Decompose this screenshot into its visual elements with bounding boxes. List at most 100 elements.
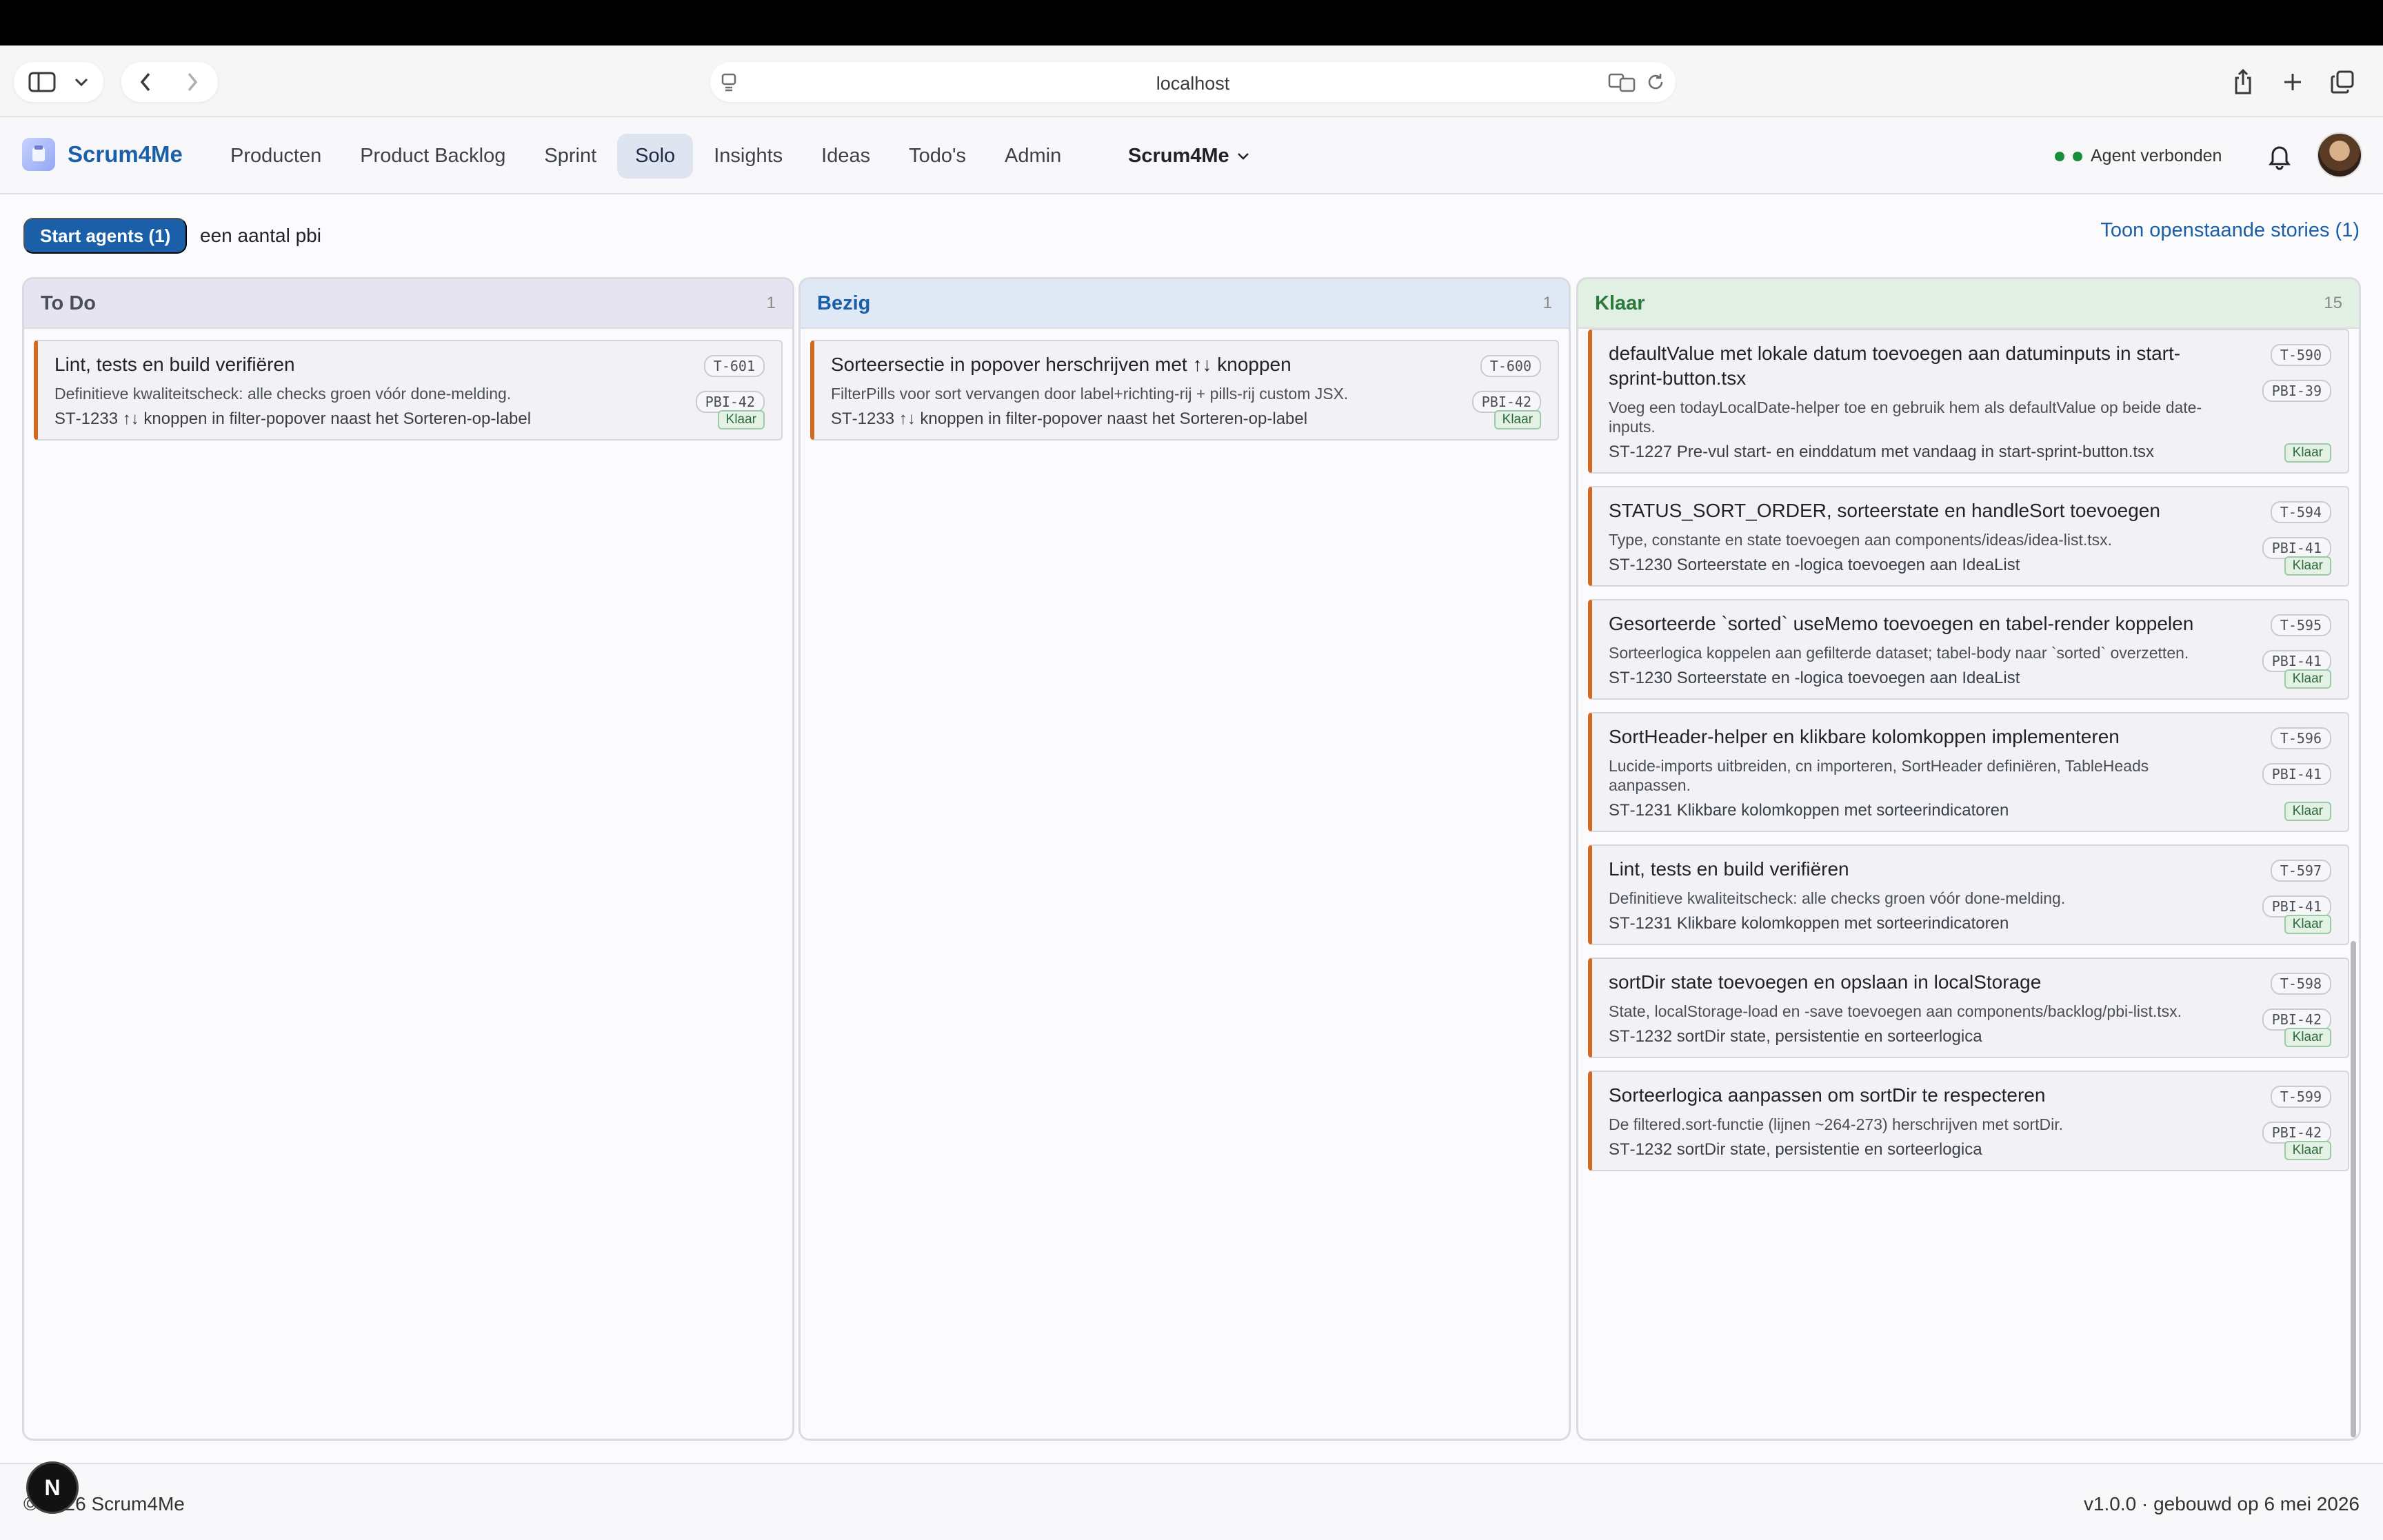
status-badge: Klaar: [2284, 802, 2331, 821]
task-title: Gesorteerde `sorted` useMemo toevoegen e…: [1609, 613, 2194, 634]
project-selector[interactable]: Scrum4Me: [1128, 145, 1250, 168]
status-badge: Klaar: [2284, 915, 2331, 934]
task-card[interactable]: defaultValue met lokale datum toevoegen …: [1588, 329, 2349, 474]
sidebar-toggle-icon[interactable]: [25, 63, 59, 101]
pbi-id-badge: PBI‑41: [2262, 763, 2331, 785]
status-badge: Klaar: [2284, 669, 2331, 689]
column-scrollbar[interactable]: [2351, 941, 2356, 1437]
task-card[interactable]: SortHeader-helper en klikbare kolomkoppe…: [1588, 712, 2349, 832]
task-description: State, localStorage-load en -save toevoe…: [1609, 1002, 2182, 1020]
tab-overview-icon[interactable]: [2325, 63, 2360, 101]
task-description: De filtered.sort-functie (lijnen ~264-27…: [1609, 1115, 2063, 1133]
column-bezig: Bezig 1 Sorteersectie in popover herschr…: [798, 277, 1571, 1441]
nav-product-backlog[interactable]: Product Backlog: [342, 134, 523, 179]
task-description: Type, constante en state toevoegen aan c…: [1609, 531, 2113, 549]
task-card[interactable]: STATUS_SORT_ORDER, sorteerstate en handl…: [1588, 486, 2349, 587]
task-description: Lucide-imports uitbreiden, cn importeren…: [1609, 757, 2149, 794]
task-title: defaultValue met lokale datum toevoegen …: [1609, 343, 2181, 389]
nav-solo[interactable]: Solo: [617, 134, 694, 179]
address-bar[interactable]: localhost: [710, 62, 1676, 102]
translate-icon[interactable]: [1608, 72, 1636, 96]
task-story: ST‑1232 sortDir state, persistentie en s…: [1609, 1140, 1982, 1159]
brand-name: Scrum4Me: [68, 141, 183, 167]
column-header: Klaar 15: [1578, 279, 2359, 329]
brand-link[interactable]: Scrum4Me: [22, 138, 183, 171]
main-nav: Producten Product Backlog Sprint Solo In…: [212, 134, 1082, 179]
task-story: ST‑1233 ↑↓ knoppen in filter-popover naa…: [54, 409, 532, 428]
bell-icon[interactable]: [2264, 141, 2295, 171]
task-id-badge: T‑601: [703, 355, 765, 377]
open-stories-link[interactable]: Toon openstaande stories (1): [2100, 219, 2360, 242]
task-card[interactable]: Sorteersectie in popover herschrijven me…: [810, 340, 1559, 440]
task-title: Sorteersectie in popover herschrijven me…: [831, 354, 1291, 375]
task-story: ST‑1231 Klikbare kolomkoppen met sorteer…: [1609, 914, 2009, 933]
task-description: Voeg een todayLocalDate-helper toe en ge…: [1609, 398, 2202, 436]
task-story: ST‑1230 Sorteerstate en -logica toevoege…: [1609, 556, 2020, 574]
nav-sprint[interactable]: Sprint: [526, 134, 614, 179]
share-icon[interactable]: [2226, 63, 2260, 101]
reload-icon[interactable]: [1645, 72, 1666, 96]
task-title: STATUS_SORT_ORDER, sorteerstate en handl…: [1609, 500, 2160, 521]
column-title: Bezig: [817, 292, 871, 314]
nav-todos[interactable]: Todo's: [891, 134, 984, 179]
column-todo: To Do 1 Lint, tests en build verifiëren D…: [22, 277, 794, 1441]
task-card[interactable]: Lint, tests en build verifiëren Definitie…: [1588, 844, 2349, 945]
status-dot-icon: [2073, 151, 2082, 161]
nav-admin[interactable]: Admin: [987, 134, 1079, 179]
start-agents-button[interactable]: Start agents (1): [23, 218, 188, 254]
task-story: ST‑1230 Sorteerstate en -logica toevoege…: [1609, 669, 2020, 687]
agent-status-label: Agent verbonden: [2091, 146, 2222, 165]
nav-insights[interactable]: Insights: [696, 134, 801, 179]
task-story: ST‑1233 ↑↓ knoppen in filter-popover naa…: [831, 409, 1308, 428]
column-body: Sorteersectie in popover herschrijven me…: [801, 329, 1569, 1439]
pbi-filter-label[interactable]: een aantal pbi: [200, 225, 321, 247]
new-tab-icon[interactable]: [2275, 63, 2310, 101]
task-card[interactable]: Gesorteerde `sorted` useMemo toevoegen e…: [1588, 599, 2349, 700]
chevron-down-icon[interactable]: [68, 63, 95, 101]
task-id-badge: T‑595: [2270, 614, 2331, 636]
column-header: To Do 1: [24, 279, 792, 329]
url-text: localhost: [1156, 73, 1230, 94]
task-description: Definitieve kwaliteitscheck: alle checks…: [1609, 889, 2066, 907]
task-story: ST‑1227 Pre-vul start- en einddatum met …: [1609, 443, 2155, 461]
status-dot-icon: [2055, 151, 2064, 161]
task-card[interactable]: sortDir state toevoegen en opslaan in lo…: [1588, 958, 2349, 1058]
column-body: defaultValue met lokale datum toevoegen …: [1578, 329, 2359, 1439]
task-description: Sorteerlogica koppelen aan gefilterde da…: [1609, 644, 2189, 662]
task-id-badge: T‑599: [2270, 1086, 2331, 1108]
status-badge: Klaar: [2284, 1028, 2331, 1047]
column-header: Bezig 1: [801, 279, 1569, 329]
agent-status: Agent verbonden: [2055, 146, 2222, 166]
column-title: Klaar: [1595, 292, 1645, 314]
dev-tools-badge[interactable]: N: [26, 1461, 79, 1514]
browser-toolbar: localhost: [0, 45, 2383, 117]
avatar[interactable]: [2317, 132, 2362, 178]
back-icon[interactable]: [128, 63, 163, 101]
chevron-down-icon: [1237, 152, 1249, 160]
status-badge: Klaar: [2284, 443, 2331, 463]
task-title: Lint, tests en build verifiëren: [1609, 858, 1849, 880]
task-id-badge: T‑590: [2270, 344, 2331, 366]
project-name: Scrum4Me: [1128, 145, 1229, 167]
task-story: ST‑1232 sortDir state, persistentie en s…: [1609, 1027, 1982, 1046]
task-story: ST‑1231 Klikbare kolomkoppen met sorteer…: [1609, 801, 2009, 820]
task-id-badge: T‑596: [2270, 727, 2331, 749]
footer: © 2026 Scrum4Me v1.0.0 · gebouwd op 6 me…: [0, 1463, 2383, 1540]
version-info: v1.0.0 · gebouwd op 6 mei 2026: [2083, 1493, 2360, 1514]
task-id-badge: T‑598: [2270, 973, 2331, 995]
status-badge: Klaar: [2284, 556, 2331, 576]
task-title: SortHeader-helper en klikbare kolomkoppe…: [1609, 726, 2120, 747]
column-title: To Do: [41, 292, 96, 314]
nav-ideas[interactable]: Ideas: [803, 134, 888, 179]
task-id-badge: T‑594: [2270, 501, 2331, 523]
forward-icon[interactable]: [175, 63, 210, 101]
task-title: Lint, tests en build verifiëren: [54, 354, 295, 375]
task-card[interactable]: Lint, tests en build verifiëren Definitie…: [34, 340, 783, 440]
column-klaar: Klaar 15 defaultValue met lokale datum t…: [1576, 277, 2361, 1441]
task-card[interactable]: Sorteerlogica aanpassen om sortDir te re…: [1588, 1071, 2349, 1171]
task-title: sortDir state toevoegen en opslaan in lo…: [1609, 971, 2042, 993]
nav-producten[interactable]: Producten: [212, 134, 339, 179]
column-count: 15: [2324, 294, 2342, 312]
column-count: 1: [1542, 294, 1552, 312]
task-description: Definitieve kwaliteitscheck: alle checks…: [54, 385, 512, 403]
